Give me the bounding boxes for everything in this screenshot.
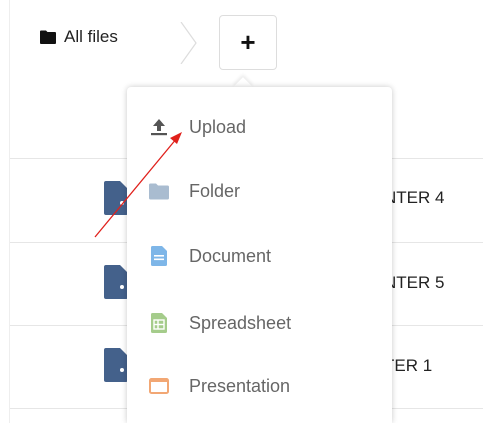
files-app: All files + NTER 4 NTER 5 TER 1 Upload F… <box>0 0 483 423</box>
spreadsheet-icon <box>149 313 169 333</box>
breadcrumb-separator <box>180 22 197 64</box>
menu-item-folder[interactable]: Folder <box>127 167 392 215</box>
file-name[interactable]: NTER 4 <box>384 188 444 208</box>
shared-file-icon <box>104 265 128 299</box>
menu-item-label: Upload <box>189 116 247 137</box>
document-icon <box>149 246 169 266</box>
menu-item-label: Folder <box>189 180 241 201</box>
new-button[interactable]: + <box>219 15 277 70</box>
folder-icon <box>40 30 56 44</box>
menu-item-label: Spreadsheet <box>189 312 292 333</box>
presentation-icon <box>149 376 169 396</box>
menu-item-presentation[interactable]: Presentation <box>127 362 392 410</box>
menu-item-label: Presentation <box>189 375 291 396</box>
upload-icon <box>149 117 169 137</box>
menu-item-spreadsheet[interactable]: Spreadsheet <box>127 299 392 347</box>
breadcrumb-all-files[interactable]: All files <box>64 27 118 47</box>
new-menu: Upload Folder Document Spreadsheet Prese… <box>127 87 392 423</box>
content-left-border <box>9 0 10 423</box>
breadcrumb[interactable]: All files <box>40 27 118 47</box>
menu-item-upload[interactable]: Upload <box>127 103 392 151</box>
menu-item-label: Document <box>189 245 272 266</box>
menu-item-document[interactable]: Document <box>127 232 392 280</box>
folder-icon <box>149 181 169 201</box>
file-name[interactable]: NTER 5 <box>384 273 444 293</box>
shared-file-icon <box>104 181 128 215</box>
shared-file-icon <box>104 348 128 382</box>
